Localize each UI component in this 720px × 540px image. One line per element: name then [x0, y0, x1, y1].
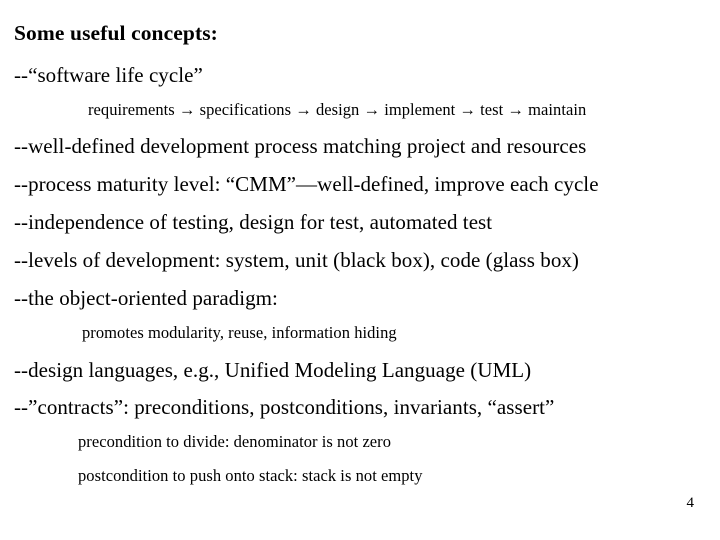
bullet-levels-of-development: --levels of development: system, unit (b… [14, 248, 579, 272]
subline-lifecycle-stages: requirements → specifications → design →… [88, 100, 587, 119]
bullet-software-life-cycle: --“software life cycle” [14, 63, 203, 87]
subline-precondition-example: precondition to divide: denominator is n… [78, 432, 392, 451]
bullet-contracts: --”contracts”: preconditions, postcondit… [14, 395, 555, 419]
subline-oo-benefits: promotes modularity, reuse, information … [82, 323, 397, 342]
bullet-process-maturity: --process maturity level: “CMM”—well-def… [14, 172, 599, 196]
slide-canvas: Some useful concepts: --“software life c… [0, 0, 720, 540]
bullet-design-languages: --design languages, e.g., Unified Modeli… [14, 358, 532, 382]
bullet-well-defined-process: --well-defined development process match… [14, 134, 587, 158]
page-number: 4 [686, 495, 695, 511]
bullet-independence-testing: --independence of testing, design for te… [14, 210, 493, 234]
subline-postcondition-example: postcondition to push onto stack: stack … [78, 466, 423, 485]
page-title: Some useful concepts: [14, 21, 218, 45]
bullet-object-oriented-paradigm: --the object-oriented paradigm: [14, 286, 278, 310]
